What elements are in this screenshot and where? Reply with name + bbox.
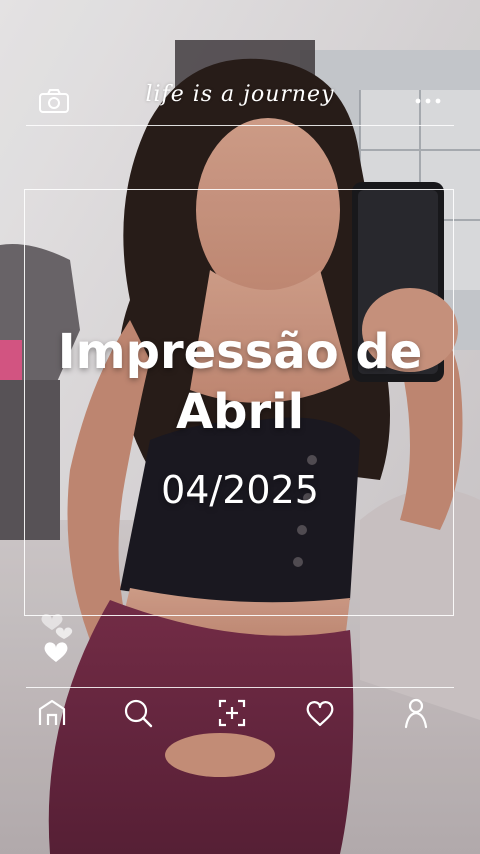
add-post-button[interactable] bbox=[214, 695, 250, 731]
search-icon bbox=[124, 699, 153, 728]
home-icon bbox=[38, 699, 66, 725]
hearts-icon bbox=[41, 614, 73, 662]
top-divider bbox=[26, 125, 454, 126]
title-line-1: Impressão de bbox=[57, 324, 423, 380]
bottom-navigation bbox=[26, 695, 454, 739]
story-date: 04/2025 bbox=[161, 468, 319, 512]
search-button[interactable] bbox=[120, 695, 156, 731]
bottom-divider bbox=[26, 687, 454, 688]
more-dots-icon[interactable] bbox=[414, 96, 442, 106]
tagline: life is a journey bbox=[145, 82, 335, 107]
story-title: Impressão de Abril bbox=[0, 322, 480, 442]
heart-icon bbox=[306, 701, 334, 727]
story-screen: life is a journey Impressão de Abril 04/… bbox=[0, 0, 480, 854]
camera-icon[interactable] bbox=[38, 88, 70, 114]
home-button[interactable] bbox=[34, 695, 70, 731]
likes-button[interactable] bbox=[302, 695, 338, 731]
profile-button[interactable] bbox=[398, 695, 434, 731]
add-post-icon bbox=[218, 699, 246, 727]
profile-icon bbox=[404, 698, 428, 729]
title-line-2: Abril bbox=[175, 384, 305, 440]
